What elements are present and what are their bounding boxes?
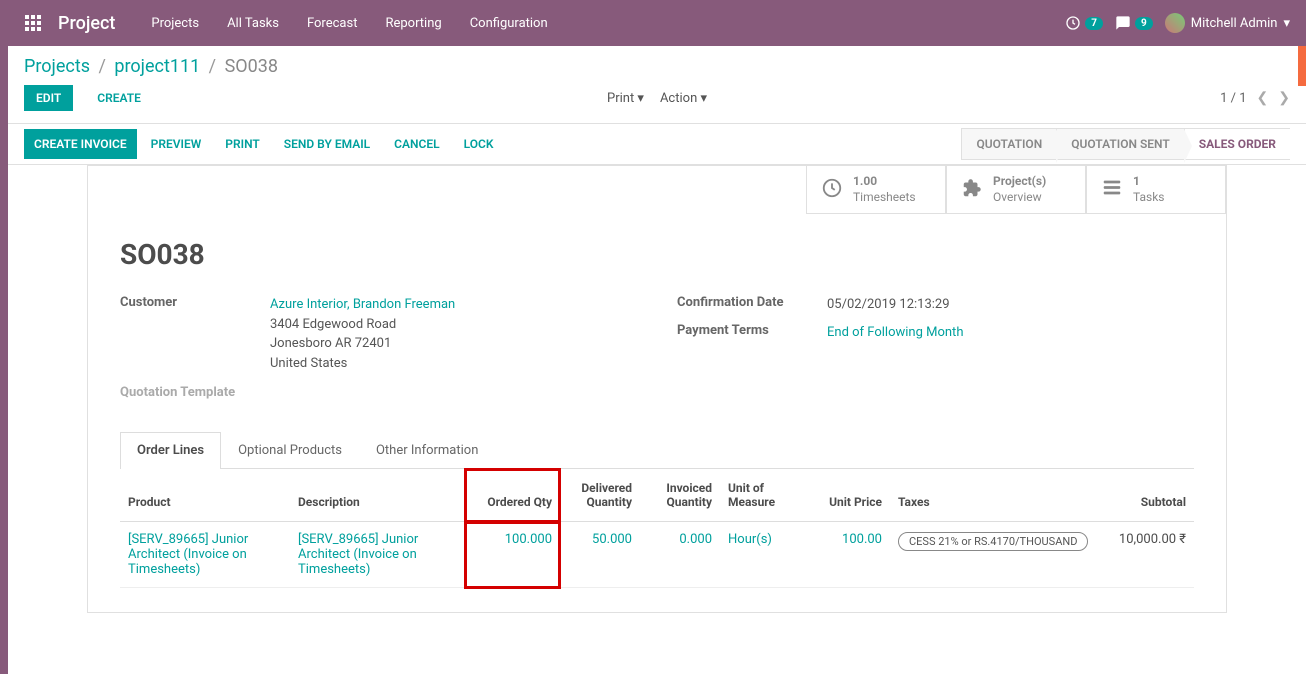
th-unit-price: Unit Price [790,469,890,522]
stat-projects[interactable]: Project(s) Overview [946,166,1086,214]
create-invoice-button[interactable]: CREATE INVOICE [24,129,137,159]
customer-country: United States [270,356,347,371]
activity-badge: 7 [1085,17,1103,30]
status-bar: QUOTATION QUOTATION SENT SALES ORDER [961,128,1290,160]
chevron-down-icon: ▾ [1283,16,1290,31]
cell-description[interactable]: [SERV_89665] Junior Architect (Invoice o… [290,522,465,588]
right-accent [1298,46,1306,86]
messages-icon[interactable]: 9 [1115,15,1153,31]
lock-button[interactable]: LOCK [454,129,504,159]
confirmation-date: 05/02/2019 12:13:29 [827,295,1194,315]
nav-configuration[interactable]: Configuration [458,8,560,39]
create-button[interactable]: CREATE [85,85,153,111]
nav-forecast[interactable]: Forecast [295,8,369,39]
message-badge: 9 [1135,17,1153,30]
cell-delivered-qty: 50.000 [560,522,640,588]
apps-icon[interactable] [16,15,50,31]
user-name: Mitchell Admin [1191,16,1278,31]
breadcrumb-current: SO038 [225,56,278,77]
cell-subtotal: 10,000.00 ₹ [1107,522,1194,588]
th-uom: Unit of Measure [720,469,790,522]
customer-addr2: Jonesboro AR 72401 [270,336,391,351]
stat-timesheets[interactable]: 1.00 Timesheets [806,166,946,214]
edit-button[interactable]: EDIT [24,85,73,111]
pager-text: 1 / 1 [1220,91,1246,106]
th-taxes: Taxes [890,469,1107,522]
th-invoiced-qty: Invoiced Quantity [640,469,720,522]
cell-taxes: CESS 21% or RS.4170/THOUSAND [890,522,1107,588]
customer-addr1: 3404 Edgewood Road [270,317,396,332]
avatar [1165,13,1185,33]
th-subtotal: Subtotal [1107,469,1194,522]
action-dropdown[interactable]: Action ▾ [660,91,707,106]
status-quotation[interactable]: QUOTATION [961,128,1056,160]
record-title: SO038 [120,238,1194,271]
order-lines-table: Product Description Ordered Qty Delivere… [120,469,1194,588]
clock-icon [821,177,843,203]
tasks-icon [1101,177,1123,203]
user-menu[interactable]: Mitchell Admin ▾ [1165,13,1290,33]
customer-label: Customer [120,295,270,373]
breadcrumb-parent[interactable]: project111 [114,56,200,77]
tab-order-lines[interactable]: Order Lines [120,432,221,469]
cell-product[interactable]: [SERV_89665] Junior Architect (Invoice o… [120,522,290,588]
cell-ordered-qty: 100.000 [465,522,560,588]
th-ordered-qty: Ordered Qty [465,469,560,522]
payment-terms-label: Payment Terms [677,323,827,343]
tab-optional-products[interactable]: Optional Products [221,432,359,468]
cell-unit-price: 100.00 [790,522,890,588]
preview-button[interactable]: PREVIEW [141,129,212,159]
cancel-button[interactable]: CANCEL [384,129,449,159]
print-dropdown[interactable]: Print ▾ [607,91,644,106]
cell-invoiced-qty: 0.000 [640,522,720,588]
top-navbar: Project Projects All Tasks Forecast Repo… [0,0,1306,46]
puzzle-icon [961,177,983,203]
th-delivered-qty: Delivered Quantity [560,469,640,522]
th-product: Product [120,469,290,522]
payment-terms[interactable]: End of Following Month [827,325,963,340]
send-email-button[interactable]: SEND BY EMAIL [274,129,380,159]
nav-projects[interactable]: Projects [139,8,211,39]
breadcrumb: Projects / project111 / SO038 [24,56,1290,77]
nav-reporting[interactable]: Reporting [373,8,453,39]
th-description: Description [290,469,465,522]
confirmation-date-label: Confirmation Date [677,295,827,315]
quotation-template-label: Quotation Template [120,385,235,400]
left-accent [0,46,8,674]
activities-icon[interactable]: 7 [1065,15,1103,31]
table-row[interactable]: [SERV_89665] Junior Architect (Invoice o… [120,522,1194,588]
cell-uom[interactable]: Hour(s) [720,522,790,588]
pager-next[interactable]: ❯ [1278,90,1290,106]
status-sales-order[interactable]: SALES ORDER [1184,128,1290,160]
pager-prev[interactable]: ❮ [1257,90,1269,106]
status-quotation-sent[interactable]: QUOTATION SENT [1056,128,1184,160]
nav-links: Projects All Tasks Forecast Reporting Co… [139,8,559,39]
app-title[interactable]: Project [58,13,115,34]
tab-other-info[interactable]: Other Information [359,432,495,468]
print-button[interactable]: PRINT [215,129,269,159]
breadcrumb-root[interactable]: Projects [24,56,90,77]
stat-tasks[interactable]: 1 Tasks [1086,166,1226,214]
nav-all-tasks[interactable]: All Tasks [215,8,291,39]
customer-link[interactable]: Azure Interior, Brandon Freeman [270,297,455,312]
